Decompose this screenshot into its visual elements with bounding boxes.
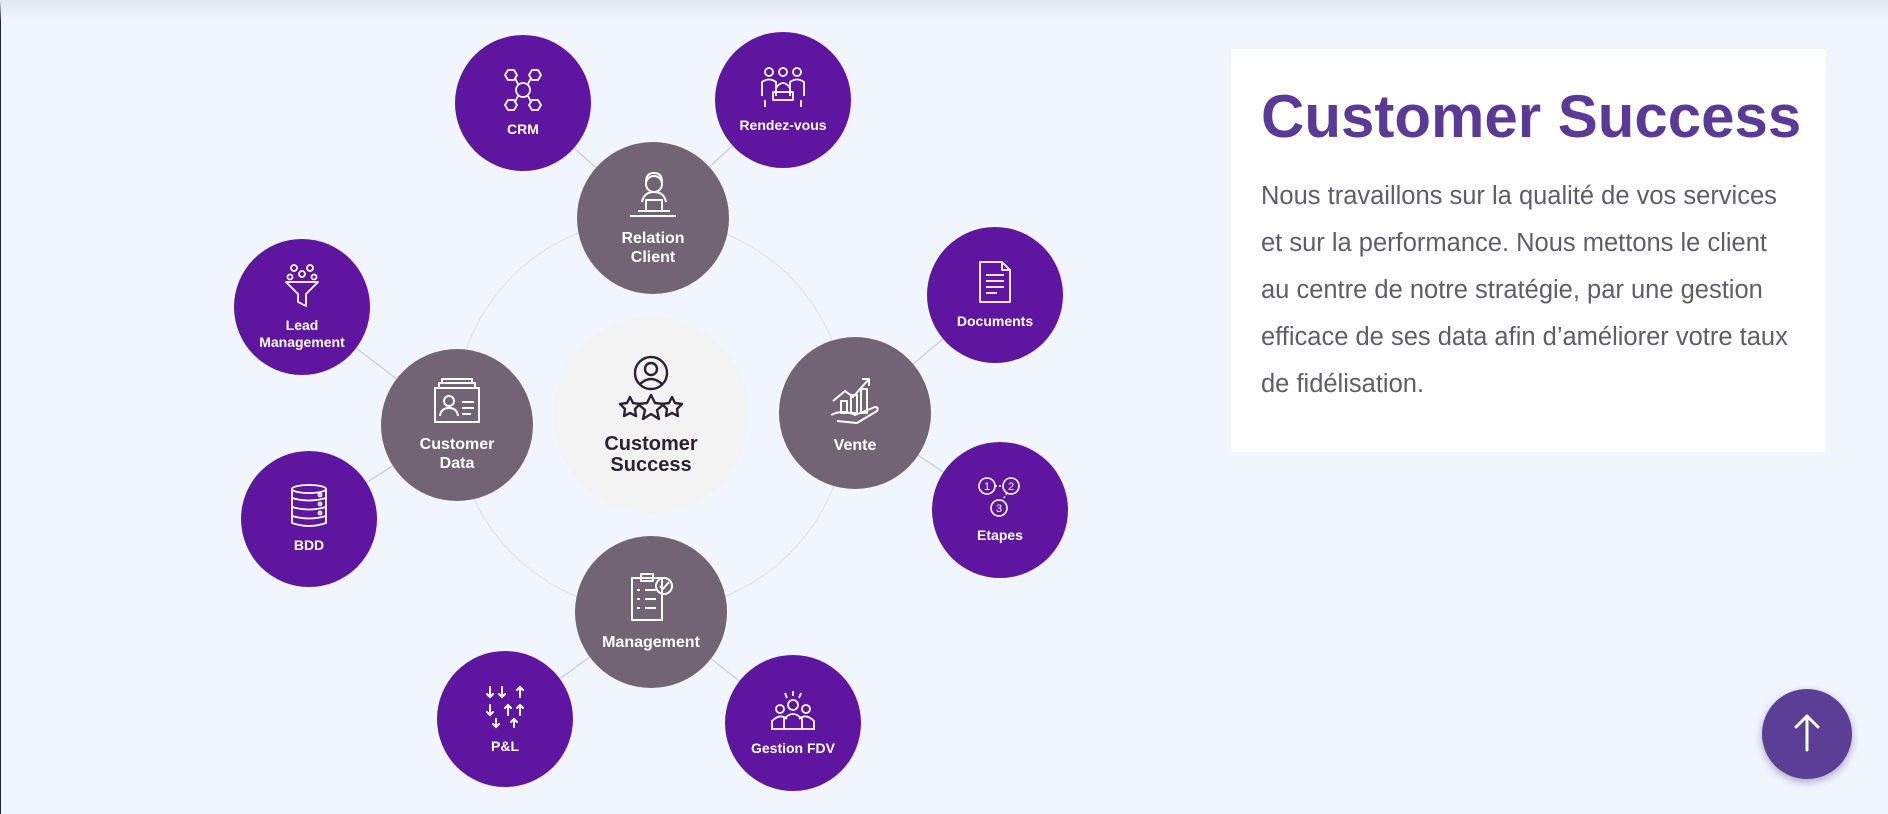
meeting-icon bbox=[759, 66, 807, 113]
satellite-label: P&L bbox=[491, 738, 519, 754]
hub-label-line2: Client bbox=[630, 248, 676, 266]
steps-icon: 1 2 3 bbox=[977, 476, 1023, 523]
hub-customer-data[interactable]: Customer Data bbox=[381, 349, 533, 501]
database-icon bbox=[289, 484, 329, 533]
sales-growth-icon bbox=[829, 371, 881, 430]
section-title: Customer Success bbox=[1261, 83, 1802, 150]
hub-label-line1: Customer bbox=[419, 435, 495, 453]
customer-stars-icon bbox=[616, 355, 686, 428]
center-label-line1: Customer bbox=[604, 432, 698, 455]
hub-management[interactable]: Management bbox=[575, 536, 727, 688]
funnel-icon bbox=[284, 263, 320, 313]
network-icon bbox=[500, 68, 546, 117]
document-icon bbox=[977, 260, 1013, 309]
satellite-label: Gestion FDV bbox=[750, 740, 835, 756]
satellite-label: Etapes bbox=[977, 527, 1023, 543]
satellite-label: BDD bbox=[293, 537, 325, 553]
scroll-to-top-button[interactable] bbox=[1762, 689, 1852, 779]
arrows-up-down-icon bbox=[484, 683, 526, 734]
description-card: Customer Success Nous travaillons sur la… bbox=[1231, 49, 1826, 452]
satellite-crm[interactable]: CRM bbox=[455, 35, 591, 171]
satellite-gestion-fdv[interactable]: Gestion FDV bbox=[725, 655, 861, 791]
satellite-etapes[interactable]: 1 2 3 Etapes bbox=[932, 442, 1068, 578]
arrow-up-icon bbox=[1792, 712, 1822, 757]
profile-card-icon bbox=[433, 377, 481, 429]
satellite-documents[interactable]: Documents bbox=[927, 227, 1063, 363]
svg-text:2: 2 bbox=[1008, 481, 1014, 493]
satellite-pl[interactable]: P&L bbox=[437, 651, 573, 787]
satellite-lead-management[interactable]: Lead Management bbox=[234, 239, 370, 375]
hub-label-line1: Relation bbox=[621, 229, 685, 247]
team-icon bbox=[770, 689, 816, 736]
satellite-label: CRM bbox=[507, 121, 539, 137]
customer-success-diagram: Customer Success Relation Client Custome… bbox=[0, 0, 1120, 814]
satellite-rendez-vous[interactable]: Rendez-vous bbox=[715, 32, 851, 168]
checklist-icon bbox=[628, 572, 674, 627]
hub-label-line1: Vente bbox=[833, 437, 877, 454]
satellite-bdd[interactable]: BDD bbox=[241, 451, 377, 587]
satellite-label-line2: Management bbox=[259, 333, 345, 350]
hub-label-line1: Management bbox=[602, 634, 700, 651]
hub-label-line2: Data bbox=[439, 454, 475, 472]
hub-relation-client[interactable]: Relation Client bbox=[577, 142, 729, 294]
support-agent-icon bbox=[628, 170, 678, 223]
center-node-customer-success: Customer Success bbox=[553, 317, 749, 513]
svg-text:1: 1 bbox=[984, 481, 990, 493]
section-description: Nous travaillons sur la qualité de vos s… bbox=[1261, 182, 1788, 398]
center-label-line2: Success bbox=[610, 453, 692, 476]
satellite-label-line1: Lead bbox=[285, 316, 319, 333]
satellite-label: Rendez-vous bbox=[739, 117, 827, 133]
hub-vente[interactable]: Vente bbox=[779, 337, 931, 489]
satellite-label: Documents bbox=[956, 313, 1034, 329]
svg-text:3: 3 bbox=[996, 503, 1002, 515]
